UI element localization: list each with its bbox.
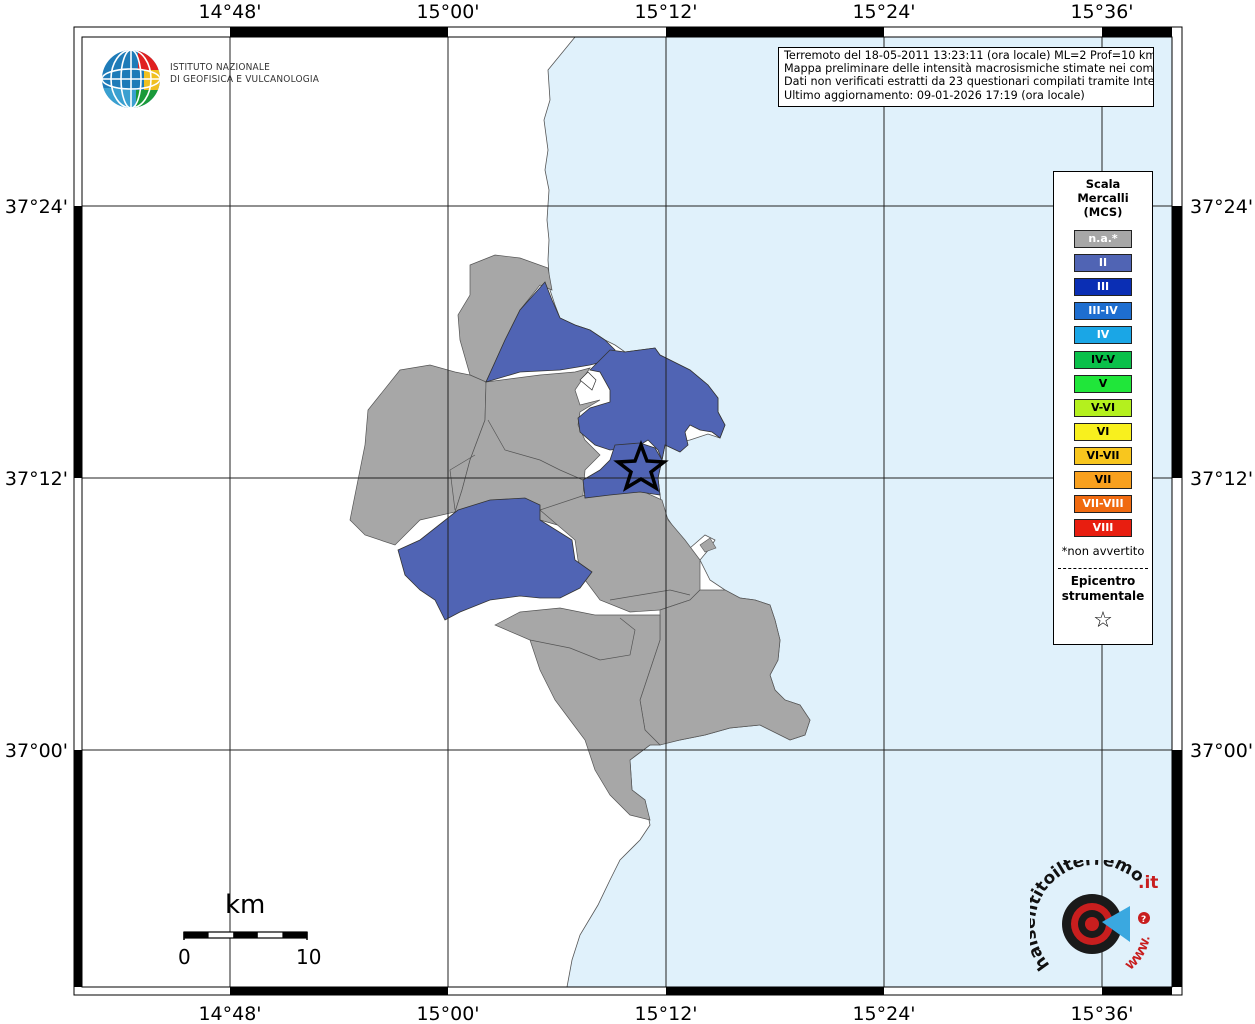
lat-label: 37°12' [1190,468,1253,490]
haisentito-logo-graphic: haisentitoilterremoto .it WWW. ? [1020,845,1159,974]
ingv-logo: ISTITUTO NAZIONALE DI GEOFISICA E VULCAN… [100,47,330,111]
lat-label: 37°00' [5,740,68,762]
lon-label: 14°48' [198,1003,261,1024]
info-line: Mappa preliminare delle intensità macros… [784,62,1154,76]
svg-text:WWW.: WWW. [1123,935,1152,972]
lon-label: 14°48' [198,1,261,23]
legend-swatch: V-VI [1074,398,1132,417]
legend-swatch: V [1074,374,1132,393]
latitude-labels-right: 37°24' 37°12' 37°00' [1190,196,1253,762]
lat-label: 37°00' [1190,740,1253,762]
legend-swatch: VII-VIII [1074,495,1132,514]
lat-label: 37°24' [5,196,68,218]
help-glyph: ? [1141,915,1146,925]
legend-swatch: VIII [1074,519,1132,538]
scale-bar: km 0 10 [170,890,330,980]
mcs-legend: Scala Mercalli (MCS) n.a.* II III III-IV IV I… [1053,171,1153,645]
lon-label: 15°00' [416,1,479,23]
lon-label: 15°24' [852,1,915,23]
haisentito-logo: haisentitoilterremoto .it WWW. ? [1020,845,1170,990]
lon-label: 15°00' [416,1003,479,1024]
scale-title: km [225,890,266,920]
scale-end-label: 10 [296,945,322,969]
epicentre-legend-line: strumentale [1061,589,1145,603]
legend-swatch: III [1074,278,1132,297]
info-line: Terremoto del 18-05-2011 13:23:11 (ora l… [784,49,1154,62]
legend-swatch: IV-V [1074,350,1132,369]
legend-swatch: II [1074,254,1132,273]
legend-title: Scala Mercalli (MCS) [1054,177,1152,219]
epicentre-legend-star-icon: ☆ [1093,608,1113,633]
legend-swatch: IV [1074,326,1132,345]
longitude-labels-top: 14°48' 15°00' 15°12' 15°24' 15°36' [198,1,1133,23]
lon-label: 15°36' [1070,1,1133,23]
latitude-labels-left: 37°24' 37°12' 37°00' [5,196,68,762]
legend-divider [1058,568,1148,569]
scale-start-label: 0 [178,945,191,969]
longitude-labels-bottom: 14°48' 15°00' 15°12' 15°24' 15°36' [198,1003,1133,1024]
lon-label: 15°24' [852,1003,915,1024]
legend-swatch: VI-VII [1074,446,1132,465]
legend-swatch: III-IV [1074,302,1132,321]
epicentre-legend-line: Epicentro [1070,574,1136,588]
legend-title-line: Scala [1085,177,1121,191]
lon-label: 15°36' [1070,1003,1133,1024]
lon-label: 15°12' [634,1003,697,1024]
legend-title-line: Mercalli [1077,191,1129,205]
earthquake-info-box: Terremoto del 18-05-2011 13:23:11 (ora l… [778,47,1154,107]
legend-swatch: VI [1074,422,1132,441]
ingv-globe-icon [102,50,160,108]
lat-label: 37°24' [1190,196,1253,218]
ingv-name-line: DI GEOFISICA E VULCANOLOGIA [170,74,320,85]
legend-title-line: (MCS) [1083,205,1123,219]
ingv-name: ISTITUTO NAZIONALE DI GEOFISICA E VULCAN… [170,62,319,86]
haisentito-logo-tld: .it [1138,873,1158,893]
legend-swatch: n.a.* [1074,230,1132,248]
epicentre-legend-title: Epicentro strumentale [1054,574,1152,604]
ingv-name-line: ISTITUTO NAZIONALE [170,62,270,73]
lon-label: 15°12' [634,1,697,23]
info-line: Ultimo aggiornamento: 09-01-2026 17:19 (… [784,88,1085,102]
info-line: Dati non verificati estratti da 23 quest… [784,75,1154,89]
legend-note: *non avvertito [1061,544,1145,558]
legend-swatch: VII [1074,471,1132,489]
lat-label: 37°12' [5,468,68,490]
haisentito-logo-www: WWW. [1123,935,1152,972]
